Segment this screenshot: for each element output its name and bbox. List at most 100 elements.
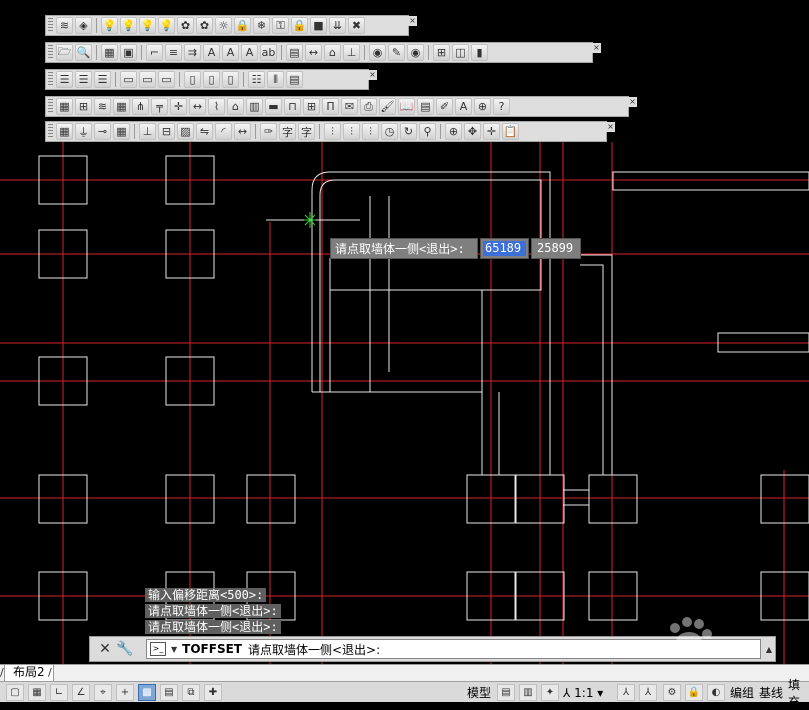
layer-states-icon[interactable]: ◈ — [75, 17, 92, 34]
arc-icon[interactable]: ◜ — [215, 123, 232, 140]
spikes-icon[interactable]: ⫶ — [324, 123, 341, 140]
quick-view-layouts-icon[interactable]: ▤ — [497, 684, 515, 701]
toolbar-grip[interactable] — [48, 45, 53, 60]
wall-icon[interactable]: ▬ — [265, 98, 282, 115]
clock-icon[interactable]: ◷ — [381, 123, 398, 140]
text-edit-icon[interactable]: A — [241, 44, 258, 61]
sun-lock-icon[interactable]: 🔒 — [234, 17, 251, 34]
node-icon[interactable]: ✛ — [170, 98, 187, 115]
table-small-icon[interactable]: ▤ — [286, 71, 303, 88]
lineweight-icon[interactable]: ▤ — [160, 684, 178, 701]
axis-grid-icon[interactable]: ▦ — [56, 98, 73, 115]
auto-scale-icon[interactable]: ⅄ — [639, 684, 657, 701]
lock-icon[interactable]: 🔒 — [685, 684, 703, 701]
window-icon[interactable]: ⊞ — [433, 44, 450, 61]
dynamic-input-x-value[interactable]: 65189 — [483, 241, 526, 256]
fill-button[interactable]: 填充 — [785, 678, 809, 709]
split-icon[interactable]: ⊟ — [158, 123, 175, 140]
eye-icon[interactable]: ◉ — [407, 44, 424, 61]
polar-icon[interactable]: ∠ — [72, 684, 90, 701]
transparency-icon[interactable]: ⧉ — [182, 684, 200, 701]
layer-down-icon[interactable]: ■ — [310, 17, 327, 34]
ground-icon[interactable]: ⏚ — [75, 123, 92, 140]
lightbulb-on-icon[interactable]: 💡 — [101, 17, 118, 34]
elevation-blue-icon[interactable]: ⊥ — [139, 123, 156, 140]
table-icon[interactable]: ▤ — [286, 44, 303, 61]
model-space-button[interactable]: 模型 — [464, 684, 494, 701]
dynamic-ucs-icon[interactable]: ▩ — [138, 684, 156, 701]
bars-icon[interactable]: ⫴ — [267, 71, 284, 88]
eye-red-icon[interactable]: ◉ — [369, 44, 386, 61]
book-icon[interactable]: 📖 — [398, 98, 415, 115]
door-icon[interactable]: ⊓ — [284, 98, 301, 115]
panel-icon[interactable]: ▤ — [417, 98, 434, 115]
move-icon[interactable]: ✥ — [464, 123, 481, 140]
row-center-icon[interactable]: ▭ — [139, 71, 156, 88]
list-icon[interactable]: ☷ — [248, 71, 265, 88]
offset-icon[interactable]: ⇉ — [184, 44, 201, 61]
layer-delete-icon[interactable]: ✖ — [348, 17, 365, 34]
paint-icon[interactable]: ✐ — [436, 98, 453, 115]
grid-red-icon[interactable]: ▦ — [113, 98, 130, 115]
workspace-gear-icon[interactable]: ⚙ — [663, 684, 681, 701]
view-icon[interactable]: ◫ — [452, 44, 469, 61]
elevation-icon[interactable]: ⊥ — [343, 44, 360, 61]
dim-line-icon[interactable]: ↔ — [189, 98, 206, 115]
gear-flower-icon[interactable]: ✿ — [177, 17, 194, 34]
otrack-icon[interactable]: + — [116, 684, 134, 701]
layers-blue-icon[interactable]: ≋ — [94, 98, 111, 115]
selection-cycling-icon[interactable]: ✚ — [204, 684, 222, 701]
grid-red-icon-2[interactable]: ▦ — [56, 123, 73, 140]
dynamic-input-x-field[interactable]: 65189 — [480, 238, 529, 259]
align-right-icon[interactable]: ☰ — [94, 71, 111, 88]
brush-text-icon[interactable]: ✑ — [260, 123, 277, 140]
text-a-icon-2[interactable]: A — [455, 98, 472, 115]
lightbulb-locked-icon[interactable]: 💡 — [120, 17, 137, 34]
dim-icon[interactable]: ↔ — [305, 44, 322, 61]
row-right-icon[interactable]: ▭ — [158, 71, 175, 88]
pin-icon[interactable]: ⊸ — [94, 123, 111, 140]
rotate-icon[interactable]: ↻ — [400, 123, 417, 140]
print-icon[interactable]: ⎙ — [360, 98, 377, 115]
annotation-scale[interactable]: ⅄ 1:1 ▾ — [560, 684, 606, 701]
stairs-icon[interactable]: ⌇ — [208, 98, 225, 115]
align-left-icon[interactable]: ☰ — [56, 71, 73, 88]
lightbulb-icon[interactable]: 💡 — [139, 17, 156, 34]
toolbar-grip[interactable] — [48, 18, 53, 33]
brush-icon[interactable]: 🖌 — [379, 98, 396, 115]
help-icon[interactable]: ? — [493, 98, 510, 115]
dim-icon-2[interactable]: ↔ — [234, 123, 251, 140]
align-center-icon[interactable]: ☰ — [75, 71, 92, 88]
column-grid-icon[interactable]: ⋔ — [132, 98, 149, 115]
hatch-icon[interactable]: ▨ — [177, 123, 194, 140]
window-icon-2[interactable]: ⊞ — [303, 98, 320, 115]
pencil-icon[interactable]: ✎ — [388, 44, 405, 61]
steering-icon[interactable]: ✦ — [541, 684, 559, 701]
beam-icon[interactable]: ╤ — [151, 98, 168, 115]
lock-icon[interactable]: 🔒 — [291, 17, 308, 34]
dynamic-input-y-field[interactable]: 25899 — [531, 238, 581, 259]
frame-door-icon[interactable]: Π — [322, 98, 339, 115]
annotation-visibility-icon[interactable]: ⅄ — [617, 684, 635, 701]
gear-flower-alt-icon[interactable]: ✿ — [196, 17, 213, 34]
fan-icon[interactable]: ⚲ — [419, 123, 436, 140]
chart-icon[interactable]: ▮ — [471, 44, 488, 61]
envelope-icon[interactable]: ✉ — [341, 98, 358, 115]
target-icon[interactable]: ⊕ — [474, 98, 491, 115]
snap-icon[interactable]: ▢ — [6, 684, 24, 701]
preview-icon[interactable]: 🔍 — [75, 44, 92, 61]
building-icon[interactable]: ▥ — [246, 98, 263, 115]
quick-view-drawings-icon[interactable]: ▥ — [519, 684, 537, 701]
freeze-icon[interactable]: ❄ — [253, 17, 270, 34]
spikes-icon-3[interactable]: ⫶ — [362, 123, 379, 140]
toolbar-close-icon[interactable]: × — [606, 122, 615, 132]
row-left-icon[interactable]: ▭ — [120, 71, 137, 88]
grid-red-icon-3[interactable]: ▦ — [113, 123, 130, 140]
col-left-icon[interactable]: ▯ — [184, 71, 201, 88]
spell-icon[interactable]: ab — [260, 44, 277, 61]
toolbar-grip[interactable] — [48, 99, 53, 114]
grid-display-icon[interactable]: ▦ — [28, 684, 46, 701]
multiline-icon[interactable]: ≡ — [165, 44, 182, 61]
text-a-icon[interactable]: A — [222, 44, 239, 61]
mirror-icon[interactable]: ⇋ — [196, 123, 213, 140]
